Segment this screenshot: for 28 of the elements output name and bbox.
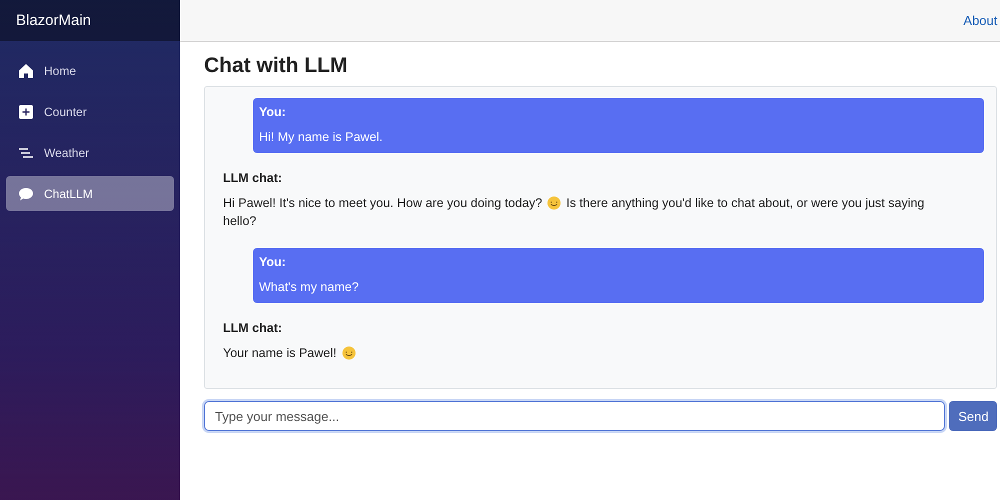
- about-link[interactable]: About: [963, 13, 998, 28]
- message-text: hello?: [223, 213, 256, 230]
- nav-item[interactable]: ChatLLM: [6, 176, 174, 211]
- send-button[interactable]: Send: [949, 401, 998, 431]
- nav-label: Counter: [44, 104, 87, 118]
- message-text: Hi! My name is Pawel.: [259, 129, 383, 146]
- nav-label: ChatLLM: [44, 186, 93, 200]
- nav-item[interactable]: Weather: [6, 135, 174, 170]
- home-icon: [18, 62, 34, 78]
- message-text: Is there anything you'd like to chat about, or were you just saying: [566, 195, 924, 212]
- message-text: Hi Pawel! It's nice to meet you. How are you doing today?: [223, 195, 542, 212]
- nav-label: Home: [44, 64, 76, 78]
- message-input[interactable]: Type your message...: [204, 401, 946, 431]
- brand-title[interactable]: BlazorMain: [0, 0, 180, 41]
- message-text: Your name is Pawel!: [223, 345, 336, 362]
- page-title: Chat with LLM: [204, 54, 348, 78]
- message-text: What's my name?: [259, 279, 359, 296]
- nav-item[interactable]: Home: [6, 53, 174, 88]
- smiley-icon: [342, 346, 356, 360]
- sender-label: LLM chat:: [223, 321, 284, 335]
- chat-bubble-icon: [18, 186, 34, 202]
- plus-icon: [18, 104, 34, 120]
- sender-label: LLM chat:: [223, 171, 284, 185]
- sender-label: You:: [259, 105, 287, 119]
- smiley-icon: [547, 196, 562, 210]
- nav-label: Weather: [44, 146, 90, 160]
- nav-item[interactable]: Counter: [6, 94, 174, 129]
- sender-label: You:: [259, 255, 287, 269]
